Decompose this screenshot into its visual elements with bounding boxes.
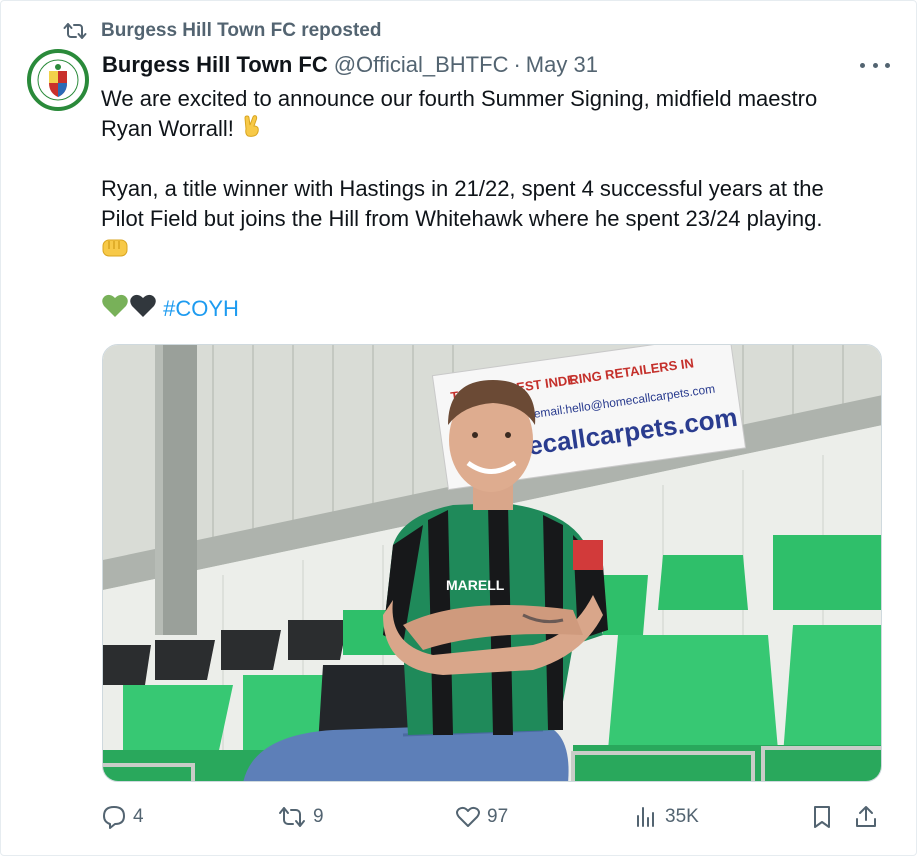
black-heart-emoji bbox=[129, 293, 157, 327]
player-photo: THE LARGEST INDE RING RETAILERS IN email… bbox=[103, 345, 881, 781]
like-count: 97 bbox=[487, 806, 509, 827]
repost-count: 9 bbox=[313, 806, 324, 827]
post-text-line-6: #COYH bbox=[101, 293, 891, 325]
heart-icon bbox=[456, 806, 480, 827]
share-button[interactable] bbox=[853, 801, 885, 833]
like-button[interactable]: 97 bbox=[455, 801, 508, 833]
reply-count: 4 bbox=[133, 806, 144, 827]
share-icon bbox=[856, 806, 876, 827]
post-date[interactable]: May 31 bbox=[526, 52, 598, 78]
post-photo[interactable]: THE LARGEST INDE RING RETAILERS IN email… bbox=[102, 344, 882, 782]
post-text-line-4: Pilot Field but joins the Hill from Whit… bbox=[101, 206, 823, 231]
user-handle[interactable]: @Official_BHTFC bbox=[334, 52, 509, 78]
reply-button[interactable]: 4 bbox=[101, 801, 144, 833]
views-icon bbox=[637, 807, 654, 827]
repost-indicator[interactable]: Burgess Hill Town FC reposted bbox=[61, 17, 381, 45]
post-text-line-2: Ryan Worrall! bbox=[101, 114, 891, 146]
post-text-line-5 bbox=[101, 236, 891, 264]
views-count: 35K bbox=[665, 806, 699, 827]
post-text-line-3: Ryan, a title winner with Hastings in 21… bbox=[101, 176, 824, 201]
avatar[interactable] bbox=[27, 49, 89, 111]
hashtag-link[interactable]: #COYH bbox=[163, 296, 239, 321]
repost-text: Burgess Hill Town FC reposted bbox=[101, 20, 382, 41]
repost-icon bbox=[279, 807, 305, 827]
post-text-line-1: We are excited to announce our fourth Su… bbox=[101, 86, 818, 111]
club-crest-icon bbox=[32, 54, 84, 106]
victory-hand-emoji bbox=[240, 114, 264, 146]
post-header: Burgess Hill Town FC @Official_BHTFC · M… bbox=[102, 49, 886, 81]
more-options-icon[interactable] bbox=[860, 56, 890, 74]
separator-dot: · bbox=[513, 52, 521, 77]
views-button[interactable]: 35K bbox=[633, 801, 699, 833]
oncoming-fist-emoji bbox=[101, 236, 129, 268]
repost-button[interactable]: 9 bbox=[277, 801, 324, 833]
reply-icon bbox=[103, 806, 125, 829]
shirt-sponsor: MARELL bbox=[446, 577, 505, 593]
bookmark-icon bbox=[814, 806, 830, 828]
action-bar: 4 9 97 35K bbox=[101, 801, 891, 833]
bookmark-button[interactable] bbox=[809, 801, 841, 833]
display-name[interactable]: Burgess Hill Town FC bbox=[102, 52, 328, 78]
green-heart-emoji bbox=[101, 293, 129, 327]
repost-icon bbox=[61, 19, 89, 43]
post-card[interactable]: Burgess Hill Town FC reposted Burgess Hi… bbox=[0, 0, 917, 856]
post-text-name: Ryan Worrall! bbox=[101, 116, 234, 141]
